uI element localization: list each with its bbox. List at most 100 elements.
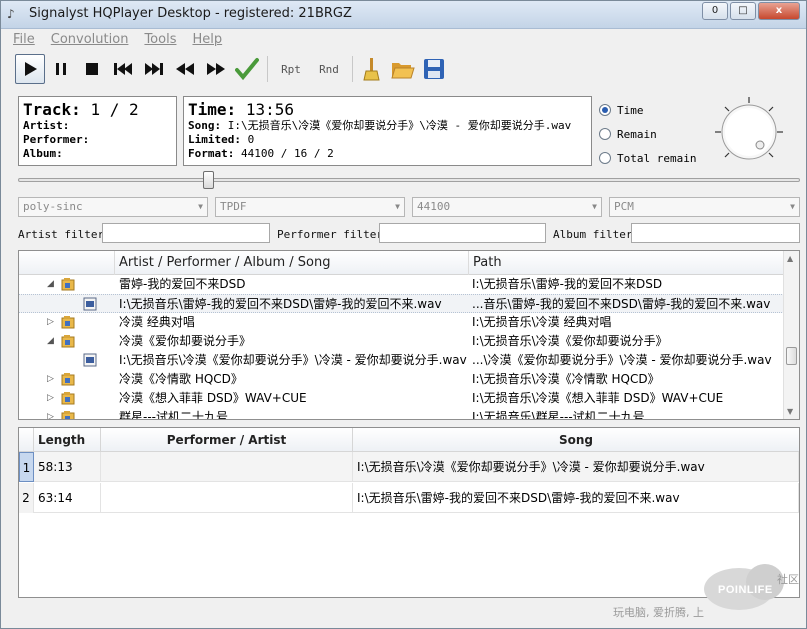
next-button[interactable] (139, 54, 169, 84)
library-row-path: ...音乐\雷婷-我的爱回不来DSD\雷婷-我的爱回不来.wav (472, 297, 771, 311)
library-row-path: I:\无损音乐\冷漠《想入菲菲 DSD》WAV+CUE (472, 391, 724, 405)
time-value: 13:56 (245, 100, 294, 119)
scroll-thumb[interactable] (786, 347, 797, 365)
expanded-arrow-icon[interactable]: ◢ (47, 332, 54, 351)
performer-filter-input[interactable] (379, 223, 546, 243)
header-performer-artist[interactable]: Performer / Artist (101, 428, 353, 452)
dither-combo[interactable]: TPDF ▼ (215, 197, 405, 217)
time-info-panel: Time: 13:56 Song: I:\无损音乐\冷漠《爱你却要说分手》\冷漠… (183, 96, 592, 166)
position-slider-thumb[interactable] (203, 171, 214, 189)
playlist-row[interactable]: 2 63:14 I:\无损音乐\雷婷-我的爱回不来DSD\雷婷-我的爱回不来.wav (19, 483, 799, 513)
library-row[interactable]: I:\无损音乐\冷漠《爱你却要说分手》\冷漠 - 爱你却要说分手.wav ...\… (19, 351, 784, 370)
dither-combo-value: TPDF (220, 200, 247, 213)
previous-button[interactable] (108, 54, 138, 84)
performer-label: Performer: (23, 133, 90, 146)
menu-file[interactable]: File (13, 30, 35, 50)
header-length[interactable]: Length (34, 428, 101, 452)
library-row-path: ...\冷漠《爱你却要说分手》\冷漠 - 爱你却要说分手.wav (472, 353, 772, 367)
header-song[interactable]: Song (353, 428, 799, 452)
volume-knob-dial[interactable] (713, 96, 785, 168)
clear-button[interactable] (357, 54, 387, 84)
fast-forward-button[interactable] (201, 54, 231, 84)
library-row-name: 冷漠《爱你却要说分手》 (119, 334, 252, 348)
transport-toolbar: Rpt Rnd (15, 53, 450, 85)
album-filter-label: Album filter (553, 228, 633, 241)
header-path[interactable]: Path (469, 251, 784, 275)
stop-button[interactable] (77, 54, 107, 84)
library-row[interactable]: ▷ 冷漠 经典对唱 I:\无损音乐\冷漠 经典对唱 (19, 313, 784, 332)
scroll-up-icon[interactable]: ▲ (787, 254, 793, 263)
close-button[interactable]: x (758, 2, 800, 20)
library-row[interactable]: ▷ 群星---试机二十九号 I:\无损音乐\群星---试机二十九号 (19, 408, 784, 419)
rewind-button[interactable] (170, 54, 200, 84)
playlist-row-index: 2 (19, 483, 34, 513)
open-button[interactable] (388, 54, 418, 84)
stop-icon (86, 63, 98, 75)
expanded-arrow-icon[interactable]: ◢ (47, 275, 54, 294)
mode-combo-value: PCM (614, 200, 634, 213)
filter-combo[interactable]: poly-sinc ▼ (18, 197, 208, 217)
radio-dot[interactable] (599, 128, 611, 140)
album-folder-icon (61, 278, 75, 291)
track-info-panel: Track: 1 / 2 Artist: Performer: Album: (18, 96, 177, 166)
play-button[interactable] (15, 54, 45, 84)
library-scrollbar[interactable]: ▲ ▼ (783, 251, 799, 419)
scroll-down-icon[interactable]: ▼ (787, 407, 793, 416)
album-label: Album: (23, 147, 63, 160)
playlist-row-performer (101, 483, 353, 513)
time-mode-group: Time Remain Total remain (599, 98, 696, 170)
album-filter-input[interactable] (631, 223, 800, 243)
library-header: Artist / Performer / Album / Song Path ^ (19, 251, 784, 275)
artist-filter-input[interactable] (102, 223, 270, 243)
library-tree: Artist / Performer / Album / Song Path ^… (18, 250, 800, 420)
filter-combo-value: poly-sinc (23, 200, 83, 213)
collapsed-arrow-icon[interactable]: ▷ (47, 370, 54, 389)
library-row[interactable]: ◢ 冷漠《爱你却要说分手》 I:\无损音乐\冷漠《爱你却要说分手》 (19, 332, 784, 351)
library-row[interactable]: ▷ 冷漠《想入菲菲 DSD》WAV+CUE I:\无损音乐\冷漠《想入菲菲 DSD》… (19, 389, 784, 408)
radio-time-label: Time (617, 103, 644, 117)
apply-button[interactable] (232, 54, 262, 84)
library-row-path: I:\无损音乐\冷漠《冷情歌 HQCD》 (472, 372, 660, 386)
radio-dot[interactable] (599, 152, 611, 164)
maximize-button[interactable]: □ (730, 2, 756, 20)
save-button[interactable] (419, 54, 449, 84)
menu-help[interactable]: Help (192, 30, 222, 50)
library-row[interactable]: ◢ 雷婷-我的爱回不来DSD I:\无损音乐\雷婷-我的爱回不来DSD (19, 275, 784, 294)
collapsed-arrow-icon[interactable]: ▷ (47, 389, 54, 408)
library-row[interactable]: ▷ 冷漠《冷情歌 HQCD》 I:\无损音乐\冷漠《冷情歌 HQCD》 (19, 370, 784, 389)
library-row-name: 冷漠《冷情歌 HQCD》 (119, 372, 243, 386)
menu-tools[interactable]: Tools (144, 30, 176, 50)
window-controls: 0 □ x (700, 2, 800, 20)
library-row-name: 冷漠《想入菲菲 DSD》WAV+CUE (119, 391, 307, 405)
radio-remain[interactable]: Remain (599, 122, 696, 146)
rewind-icon (176, 63, 194, 75)
menu-convolution[interactable]: Convolution (51, 30, 129, 50)
position-slider-track[interactable] (18, 178, 800, 182)
library-row[interactable]: I:\无损音乐\雷婷-我的爱回不来DSD\雷婷-我的爱回不来.wav ...音乐\… (19, 294, 784, 313)
volume-knob[interactable] (713, 96, 785, 168)
artist-label: Artist: (23, 119, 70, 132)
radio-dot[interactable] (599, 104, 611, 116)
playlist-row[interactable]: 1 58:13 I:\无损音乐\冷漠《爱你却要说分手》\冷漠 - 爱你却要说分手.w… (19, 452, 799, 482)
repeat-button[interactable]: Rpt (272, 63, 310, 76)
radio-total-remain[interactable]: Total remain (599, 146, 696, 170)
playlist-row-length: 58:13 (34, 452, 101, 482)
toolbar-separator (267, 56, 268, 82)
collapsed-arrow-icon[interactable]: ▷ (47, 313, 54, 332)
random-button[interactable]: Rnd (310, 63, 348, 76)
previous-icon (114, 63, 132, 75)
playlist-row-length: 63:14 (34, 483, 101, 513)
pause-button[interactable] (46, 54, 76, 84)
performer-filter-label: Performer filter (277, 228, 383, 241)
radio-time[interactable]: Time (599, 98, 696, 122)
collapsed-arrow-icon[interactable]: ▷ (47, 408, 54, 419)
track-label: Track: (23, 100, 81, 119)
limited-label: Limited: (188, 133, 241, 146)
playlist-row-song: I:\无损音乐\冷漠《爱你却要说分手》\冷漠 - 爱你却要说分手.wav (353, 452, 799, 482)
chevron-down-icon: ▼ (592, 202, 597, 211)
song-value: I:\无损音乐\冷漠《爱你却要说分手》\冷漠 - 爱你却要说分手.wav (227, 119, 572, 132)
sort-ascending-icon: ^ (289, 250, 297, 257)
minimize-button[interactable]: 0 (702, 2, 728, 20)
mode-combo[interactable]: PCM ▼ (609, 197, 800, 217)
rate-combo[interactable]: 44100 ▼ (412, 197, 602, 217)
